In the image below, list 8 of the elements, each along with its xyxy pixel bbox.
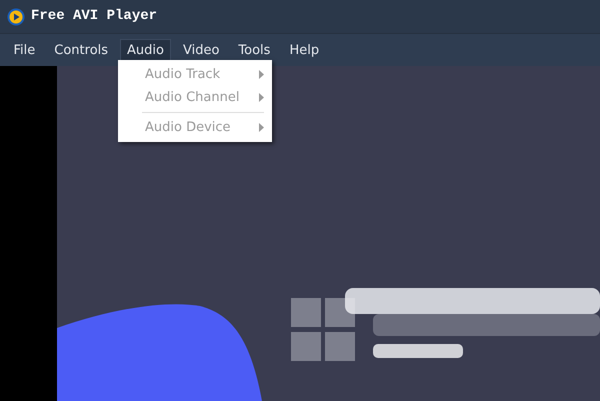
menu-item[interactable]: File — [6, 38, 42, 62]
menu-item[interactable]: Controls — [47, 38, 116, 62]
menu-item[interactable]: Tools — [231, 38, 278, 62]
menu-item[interactable]: Audio — [120, 38, 171, 62]
menu-item[interactable]: Video — [176, 38, 226, 62]
window-title: Free AVI Player — [31, 7, 158, 26]
app-logo-icon — [6, 8, 24, 26]
menu-item[interactable]: Help — [282, 38, 326, 62]
